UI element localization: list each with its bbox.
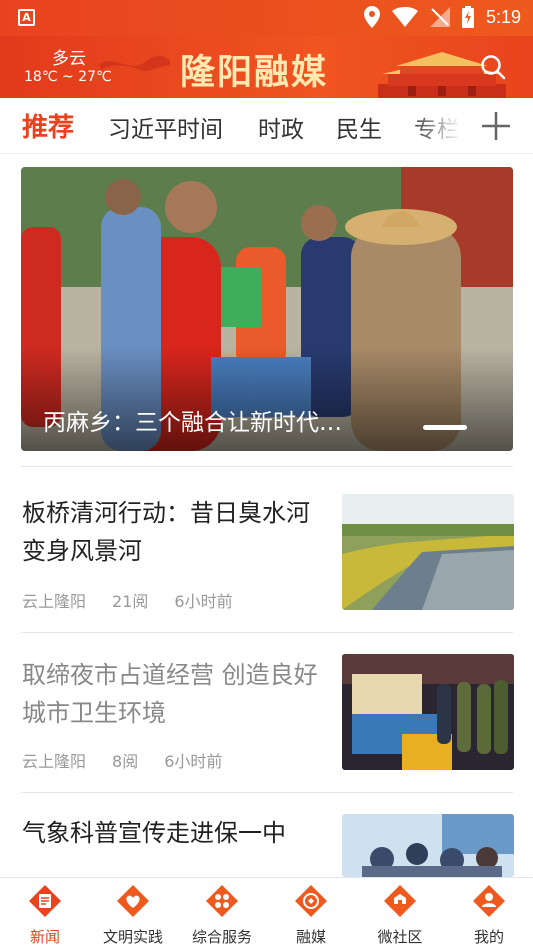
nav-civilization[interactable]: 文明实践 — [89, 884, 177, 947]
nav-services[interactable]: 综合服务 — [178, 884, 266, 947]
article-thumbnail[interactable] — [342, 654, 514, 770]
wifi-icon — [391, 7, 418, 27]
battery-icon — [461, 6, 474, 28]
list-item[interactable]: 取缔夜市占道经营 创造良好城市卫生环境 云上隆阳 8阅 6小时前 — [0, 654, 533, 794]
heart-hands-icon — [117, 885, 149, 917]
search-icon[interactable] — [480, 54, 506, 80]
tab-recommend[interactable]: 推荐 — [22, 107, 74, 144]
article-source: 云上隆阳 — [22, 752, 87, 771]
article-title[interactable]: 板桥清河行动：昔日臭水河变身风景河 — [22, 494, 322, 570]
nav-community[interactable]: 微社区 — [356, 884, 444, 947]
app-header: 多云 18℃ ~ 27℃ 隆阳融媒 — [0, 36, 533, 98]
hero-carousel[interactable]: 丙麻乡：三个融合让新时代… — [21, 167, 513, 451]
ribbon-decoration — [100, 55, 170, 71]
location-icon — [363, 6, 380, 28]
bottom-navigation: 新闻 文明实践 综合服务 融媒 微社区 我的 — [0, 877, 533, 947]
news-icon — [29, 885, 61, 917]
article-meta: 云上隆阳 8阅 6小时前 — [22, 748, 248, 772]
hero-caption[interactable]: 丙麻乡：三个融合让新时代… — [43, 403, 342, 437]
article-reads: 21阅 — [112, 592, 149, 611]
status-bar: A 5:19 — [0, 0, 533, 36]
divider — [21, 792, 513, 793]
media-icon — [295, 885, 327, 917]
brand-logo: 隆阳融媒 — [180, 52, 329, 93]
carousel-indicator — [423, 425, 467, 430]
add-channel-icon[interactable] — [480, 110, 512, 142]
app-notification-icon: A — [18, 9, 35, 26]
nav-profile[interactable]: 我的 — [445, 884, 533, 947]
divider — [21, 632, 513, 633]
article-reads: 8阅 — [112, 752, 139, 771]
clock: 5:19 — [485, 6, 521, 27]
tab-politics[interactable]: 时政 — [258, 110, 304, 144]
list-item[interactable]: 板桥清河行动：昔日臭水河变身风景河 云上隆阳 21阅 6小时前 — [0, 490, 533, 630]
community-icon — [384, 885, 416, 917]
article-thumbnail[interactable] — [342, 814, 514, 877]
no-signal-icon — [429, 7, 450, 27]
nav-media[interactable]: 融媒 — [267, 884, 355, 947]
weather-condition: 多云 — [52, 49, 86, 69]
nav-news[interactable]: 新闻 — [1, 884, 89, 947]
tab-livelihood[interactable]: 民生 — [336, 110, 382, 144]
article-source: 云上隆阳 — [22, 592, 87, 611]
list-item[interactable]: 气象科普宣传走进保一中 — [0, 814, 533, 877]
weather-temperature: 18℃ ~ 27℃ — [24, 69, 112, 85]
article-meta: 云上隆阳 21阅 6小时前 — [22, 588, 259, 612]
divider — [21, 466, 513, 467]
channel-tabs: 推荐 习近平时间 时政 民生 专栏 — [0, 98, 533, 154]
services-icon — [206, 885, 238, 917]
article-title[interactable]: 取缔夜市占道经营 创造良好城市卫生环境 — [22, 656, 322, 732]
article-time: 6小时前 — [174, 592, 233, 611]
tab-xi-time[interactable]: 习近平时间 — [108, 110, 223, 144]
article-time: 6小时前 — [164, 752, 223, 771]
profile-icon — [473, 885, 505, 917]
article-title[interactable]: 气象科普宣传走进保一中 — [22, 814, 322, 852]
article-thumbnail[interactable] — [342, 494, 514, 610]
